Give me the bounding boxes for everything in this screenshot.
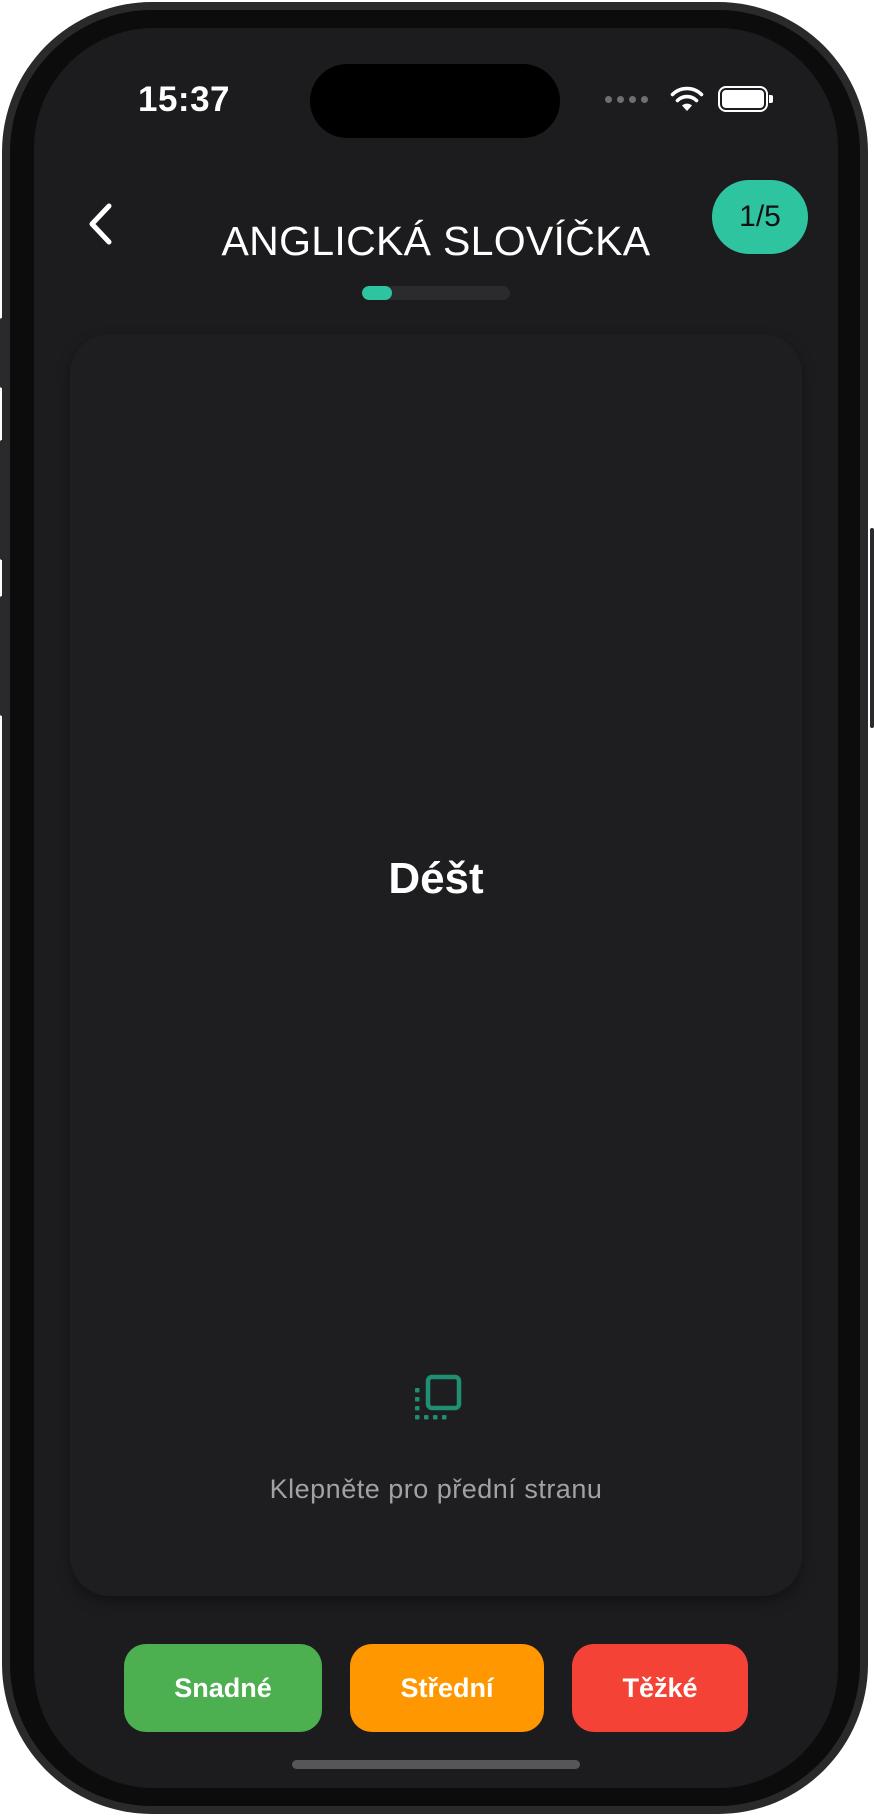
- card-word: Déšt: [388, 854, 484, 903]
- chevron-left-icon: [89, 203, 112, 245]
- status-icons: [605, 86, 773, 112]
- hard-button[interactable]: Těžké: [572, 1644, 748, 1732]
- signal-icon: [605, 95, 648, 103]
- app-screen: 15:37 ANGLICKÁ SLOVÍČKA 1/5 Déšt Klepnět…: [34, 28, 838, 1788]
- wifi-icon: [670, 86, 704, 111]
- easy-button[interactable]: Snadné: [124, 1644, 322, 1732]
- page-title: ANGLICKÁ SLOVÍČKA: [221, 218, 651, 264]
- volume-up-button: [0, 440, 4, 560]
- flashcard[interactable]: Déšt Klepněte pro přední stranu: [70, 334, 802, 1596]
- phone-device: 15:37 ANGLICKÁ SLOVÍČKA 1/5 Déšt Klepnět…: [0, 0, 874, 1816]
- flip-card-icon: [415, 1374, 462, 1420]
- dynamic-island: [310, 64, 560, 138]
- card-counter-badge: 1/5: [712, 180, 808, 254]
- home-indicator[interactable]: [292, 1760, 580, 1769]
- progress-fill: [362, 286, 392, 300]
- power-button: [870, 528, 874, 728]
- medium-button[interactable]: Střední: [350, 1644, 544, 1732]
- volume-down-button: [0, 596, 4, 716]
- flip-hint-text: Klepněte pro přední stranu: [269, 1474, 603, 1504]
- action-button: [0, 318, 4, 388]
- status-time: 15:37: [138, 80, 231, 119]
- battery-icon: [718, 86, 773, 112]
- back-button[interactable]: [70, 194, 130, 254]
- progress-bar: [362, 286, 510, 300]
